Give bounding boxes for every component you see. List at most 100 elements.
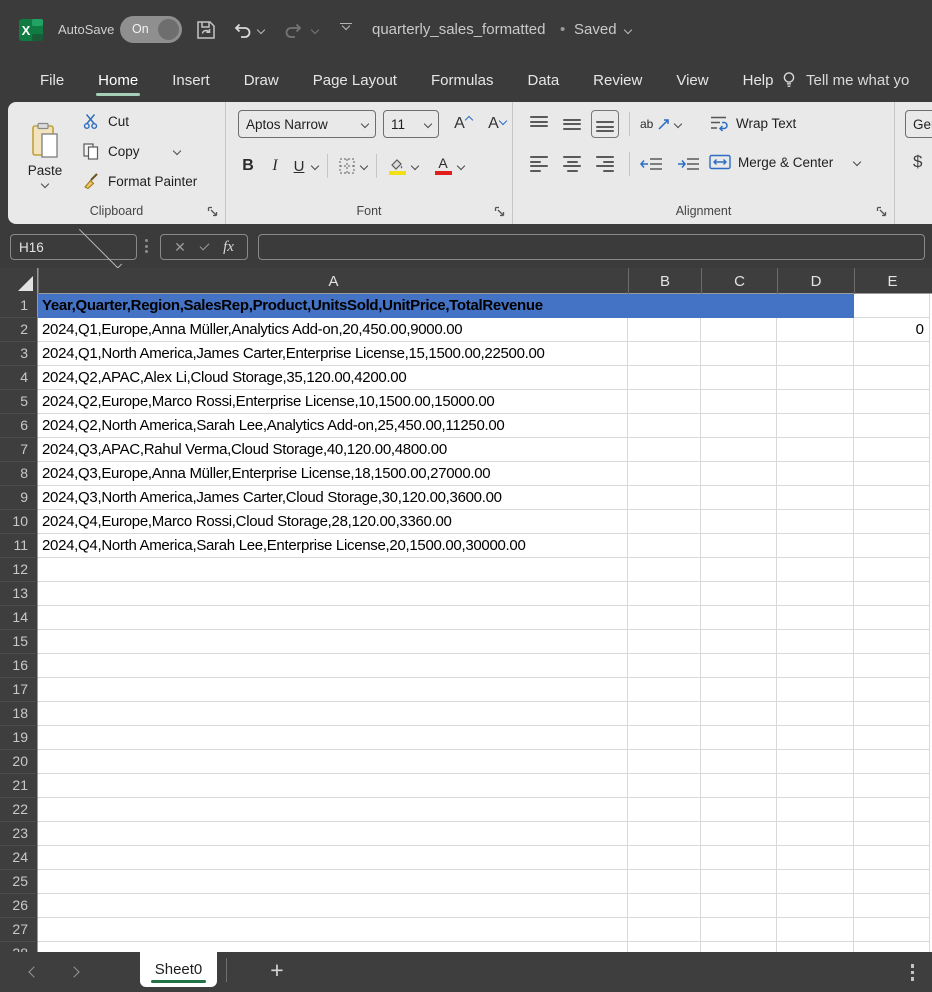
cell-E15[interactable] [854, 630, 930, 654]
cell-A20[interactable] [38, 750, 628, 774]
row-header-18[interactable]: 18 [0, 702, 38, 726]
tab-bar-menu-icon[interactable] [911, 964, 915, 981]
cell-B9[interactable] [628, 486, 701, 510]
row-header-13[interactable]: 13 [0, 582, 38, 606]
cell-D5[interactable] [777, 390, 854, 414]
row-header-5[interactable]: 5 [0, 390, 38, 414]
borders-dropdown-icon[interactable] [360, 162, 368, 170]
cell-A9[interactable]: 2024,Q3,North America,James Carter,Cloud… [38, 486, 628, 510]
column-header-A[interactable]: A [38, 268, 628, 294]
cell-C1[interactable] [701, 294, 777, 318]
cell-D1[interactable] [777, 294, 854, 318]
cell-C3[interactable] [701, 342, 777, 366]
cell-D13[interactable] [777, 582, 854, 606]
cell-E14[interactable] [854, 606, 930, 630]
cell-A18[interactable] [38, 702, 628, 726]
cell-B24[interactable] [628, 846, 701, 870]
cell-A24[interactable] [38, 846, 628, 870]
cell-E4[interactable] [854, 366, 930, 390]
cell-E26[interactable] [854, 894, 930, 918]
menu-item-formulas[interactable]: Formulas [429, 63, 496, 98]
row-header-22[interactable]: 22 [0, 798, 38, 822]
underline-button[interactable]: U [290, 158, 308, 175]
cell-A23[interactable] [38, 822, 628, 846]
name-box[interactable]: H16 [10, 234, 137, 260]
bottom-align-button[interactable] [591, 110, 619, 138]
fill-color-dropdown-icon[interactable] [411, 162, 419, 170]
cell-E5[interactable] [854, 390, 930, 414]
cell-D7[interactable] [777, 438, 854, 462]
cell-A17[interactable] [38, 678, 628, 702]
menu-item-help[interactable]: Help [741, 63, 776, 98]
cell-C25[interactable] [701, 870, 777, 894]
row-header-15[interactable]: 15 [0, 630, 38, 654]
cell-E23[interactable] [854, 822, 930, 846]
menu-item-page-layout[interactable]: Page Layout [311, 63, 399, 98]
cell-C28[interactable] [701, 942, 777, 952]
font-size-dropdown-icon[interactable] [424, 120, 432, 128]
row-header-9[interactable]: 9 [0, 486, 38, 510]
font-name-combo[interactable]: Aptos Narrow [238, 110, 376, 138]
cell-A13[interactable] [38, 582, 628, 606]
sheet-tab-active[interactable]: Sheet0 [140, 952, 217, 987]
cell-C2[interactable] [701, 318, 777, 342]
cell-C18[interactable] [701, 702, 777, 726]
merge-center-button[interactable]: Merge & Center [709, 154, 860, 170]
currency-format-button[interactable]: $ [913, 152, 922, 172]
column-header-E[interactable]: E [854, 268, 930, 294]
top-align-button[interactable] [525, 110, 553, 138]
cell-C11[interactable] [701, 534, 777, 558]
fill-color-button[interactable] [386, 157, 408, 175]
decrease-font-size-button[interactable]: A [482, 110, 512, 138]
font-dialog-launcher-icon[interactable] [494, 206, 506, 218]
cell-E16[interactable] [854, 654, 930, 678]
cell-C10[interactable] [701, 510, 777, 534]
cell-B17[interactable] [628, 678, 701, 702]
borders-icon[interactable] [337, 156, 357, 176]
row-header-10[interactable]: 10 [0, 510, 38, 534]
undo-icon[interactable] [230, 18, 254, 42]
cell-B2[interactable] [628, 318, 701, 342]
cell-A8[interactable]: 2024,Q3,Europe,Anna Müller,Enterprise Li… [38, 462, 628, 486]
cell-C26[interactable] [701, 894, 777, 918]
cell-B20[interactable] [628, 750, 701, 774]
cell-E17[interactable] [854, 678, 930, 702]
cell-D14[interactable] [777, 606, 854, 630]
cell-E2[interactable]: 0 [854, 318, 930, 342]
cell-A22[interactable] [38, 798, 628, 822]
cell-D23[interactable] [777, 822, 854, 846]
cell-C20[interactable] [701, 750, 777, 774]
cancel-icon[interactable]: ✕ [174, 239, 186, 256]
cell-A28[interactable] [38, 942, 628, 952]
cell-A3[interactable]: 2024,Q1,North America,James Carter,Enter… [38, 342, 628, 366]
row-header-19[interactable]: 19 [0, 726, 38, 750]
format-painter-button[interactable]: Format Painter [82, 170, 197, 192]
cell-D25[interactable] [777, 870, 854, 894]
undo-dropdown-icon[interactable] [257, 26, 265, 34]
cell-E24[interactable] [854, 846, 930, 870]
cell-A19[interactable] [38, 726, 628, 750]
cell-C12[interactable] [701, 558, 777, 582]
cell-B27[interactable] [628, 918, 701, 942]
align-center-button[interactable] [558, 150, 586, 178]
cell-E13[interactable] [854, 582, 930, 606]
cell-C6[interactable] [701, 414, 777, 438]
cell-E3[interactable] [854, 342, 930, 366]
italic-button[interactable]: I [264, 157, 286, 175]
row-header-23[interactable]: 23 [0, 822, 38, 846]
menu-item-insert[interactable]: Insert [170, 63, 212, 98]
cell-D16[interactable] [777, 654, 854, 678]
align-left-button[interactable] [525, 150, 553, 178]
row-header-27[interactable]: 27 [0, 918, 38, 942]
cell-A4[interactable]: 2024,Q2,APAC,Alex Li,Cloud Storage,35,12… [38, 366, 628, 390]
autosave-toggle[interactable]: On [120, 16, 182, 43]
cell-B25[interactable] [628, 870, 701, 894]
cell-E11[interactable] [854, 534, 930, 558]
cell-D2[interactable] [777, 318, 854, 342]
cell-D15[interactable] [777, 630, 854, 654]
cell-D12[interactable] [777, 558, 854, 582]
cell-B16[interactable] [628, 654, 701, 678]
cell-B3[interactable] [628, 342, 701, 366]
cell-A11[interactable]: 2024,Q4,North America,Sarah Lee,Enterpri… [38, 534, 628, 558]
increase-font-size-button[interactable]: A [448, 110, 478, 138]
